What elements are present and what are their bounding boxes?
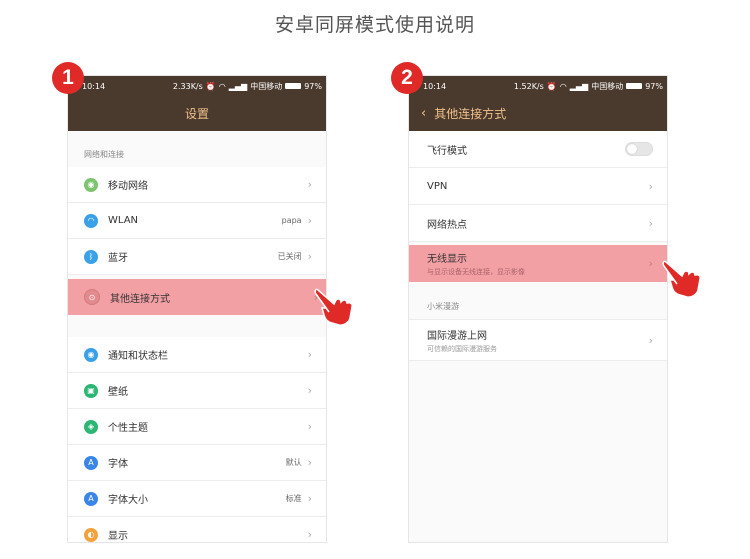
chevron-right-icon: ›	[307, 492, 312, 505]
settings-item-font-size[interactable]: A 字体大小 标准 ›	[68, 481, 326, 517]
pointing-hand-icon	[662, 260, 701, 298]
alarm-icon: ⏰	[546, 81, 557, 91]
screen-title: 设置	[184, 107, 209, 121]
item-label: VPN	[427, 180, 448, 192]
network-speed: 1.52K/s	[513, 81, 544, 91]
chevron-right-icon: ›	[307, 384, 312, 397]
item-subtitle: 与显示设备无线连接，显示影像	[427, 268, 525, 276]
settings-item-bluetooth[interactable]: ᛒ 蓝牙 已关闭 ›	[68, 239, 326, 275]
item-label: 国际漫游上网	[427, 330, 487, 342]
item-label: 网络热点	[427, 219, 467, 231]
battery-icon	[626, 83, 643, 89]
settings-item-other-connections[interactable]: ⊙ 其他连接方式 ›	[68, 279, 326, 315]
item-value: 默认	[285, 458, 302, 467]
settings-item-wlan[interactable]: ◠ WLAN papa ›	[68, 203, 326, 239]
chevron-right-icon: ›	[307, 456, 312, 469]
chevron-right-icon: ›	[307, 420, 312, 433]
item-label: 移动网络	[108, 181, 148, 192]
wallpaper-icon: ▣	[84, 383, 98, 398]
toggle-knob	[627, 144, 637, 154]
item-label: WLAN	[108, 215, 139, 226]
settings-item-notifications[interactable]: ◉ 通知和状态栏 ›	[68, 337, 326, 373]
status-time: 10:14	[423, 81, 447, 91]
item-hotspot[interactable]: 网络热点 ›	[409, 205, 667, 242]
item-label: 蓝牙	[108, 253, 128, 264]
carrier-name: 中国移动	[250, 81, 283, 91]
item-label: 其他连接方式	[110, 293, 170, 305]
chevron-right-icon: ›	[307, 178, 312, 191]
settings-item-font[interactable]: A 字体 默认 ›	[68, 445, 326, 481]
status-bar: 10:14 2.33K/s ⏰ ◠ ▂▄▆ 中国移动 97%	[68, 76, 326, 96]
step-badge-1: 1	[52, 62, 84, 94]
chevron-right-icon: ›	[648, 216, 653, 230]
item-airplane-mode[interactable]: 飞行模式	[409, 131, 667, 168]
settings-list: 网络和连接 ◉ 移动网络 › ◠ WLAN papa › ᛒ 蓝牙 已关闭 › …	[68, 131, 326, 542]
item-roaming[interactable]: 国际漫游上网 可信赖的国际漫游服务 ›	[409, 319, 667, 361]
signal-icon: ▂▄▆	[228, 81, 248, 91]
section-label-network: 网络和连接	[84, 150, 124, 159]
settings-item-wallpaper[interactable]: ▣ 壁纸 ›	[68, 373, 326, 409]
wifi-icon: ◠	[218, 81, 226, 91]
item-label: 字体	[108, 459, 128, 470]
chevron-right-icon: ›	[307, 214, 312, 227]
other-connections-list: 飞行模式 VPN › 网络热点 › 无线显示 与显示设备无线连接，显示影像 › …	[409, 131, 667, 542]
status-bar: 10:14 1.52K/s ⏰ ◠ ▂▄▆ 中国移动 97%	[409, 76, 667, 96]
section-label-roaming: 小米漫游	[427, 302, 459, 311]
page-title: 安卓同屏模式使用说明	[274, 14, 475, 36]
alarm-icon: ⏰	[205, 81, 216, 91]
item-subtitle: 可信赖的国际漫游服务	[427, 344, 497, 353]
chevron-right-icon: ›	[307, 250, 312, 263]
item-label: 个性主题	[108, 423, 148, 434]
phone-screenshot-settings: 10:14 2.33K/s ⏰ ◠ ▂▄▆ 中国移动 97% 设置 网络和连接 …	[67, 75, 327, 543]
settings-item-mobile-network[interactable]: ◉ 移动网络 ›	[68, 167, 326, 203]
item-label: 通知和状态栏	[108, 351, 168, 362]
settings-title-bar: 设置	[68, 96, 326, 131]
screen-title: 其他连接方式	[434, 107, 507, 121]
font-icon: A	[84, 455, 98, 470]
carrier-name: 中国移动	[591, 81, 624, 91]
back-arrow-icon[interactable]: ‹	[421, 106, 426, 121]
settings-item-display[interactable]: ◐ 显示 ›	[68, 517, 326, 542]
item-value: 已关闭	[277, 252, 302, 261]
item-label: 显示	[108, 531, 128, 542]
item-value: papa	[281, 216, 302, 225]
item-wireless-display[interactable]: 无线显示 与显示设备无线连接，显示影像 ›	[409, 245, 667, 282]
chevron-right-icon: ›	[307, 528, 312, 541]
phone-screenshot-other-connections: 10:14 1.52K/s ⏰ ◠ ▂▄▆ 中国移动 97% ‹ 其他连接方式 …	[408, 75, 668, 543]
network-speed: 2.33K/s	[172, 81, 203, 91]
theme-icon: ◈	[84, 419, 98, 434]
item-vpn[interactable]: VPN ›	[409, 168, 667, 205]
battery-percent: 97%	[645, 81, 663, 91]
mobile-network-icon: ◉	[84, 177, 98, 192]
other-connections-title-bar: ‹ 其他连接方式	[409, 96, 667, 131]
pointing-hand-icon	[314, 288, 353, 326]
battery-icon	[285, 83, 302, 89]
chevron-right-icon: ›	[648, 179, 653, 193]
item-value: 标准	[285, 494, 302, 503]
airplane-mode-toggle[interactable]	[625, 142, 653, 156]
settings-item-themes[interactable]: ◈ 个性主题 ›	[68, 409, 326, 445]
item-label: 飞行模式	[427, 145, 467, 157]
wifi-icon: ◠	[84, 213, 98, 228]
step-badge-2: 2	[391, 62, 423, 94]
item-label: 壁纸	[108, 387, 128, 398]
display-icon: ◐	[84, 527, 98, 542]
status-time: 10:14	[82, 81, 106, 91]
connection-icon: ⊙	[84, 289, 100, 305]
battery-percent: 97%	[304, 81, 322, 91]
signal-icon: ▂▄▆	[569, 81, 589, 91]
wifi-icon: ◠	[559, 81, 567, 91]
chevron-right-icon: ›	[307, 348, 312, 361]
chevron-right-icon: ›	[648, 333, 653, 347]
chevron-right-icon: ›	[648, 257, 653, 270]
bluetooth-icon: ᛒ	[84, 249, 98, 264]
font-size-icon: A	[84, 491, 98, 506]
item-label: 无线显示	[427, 254, 467, 265]
notification-icon: ◉	[84, 347, 98, 362]
item-label: 字体大小	[108, 495, 148, 506]
